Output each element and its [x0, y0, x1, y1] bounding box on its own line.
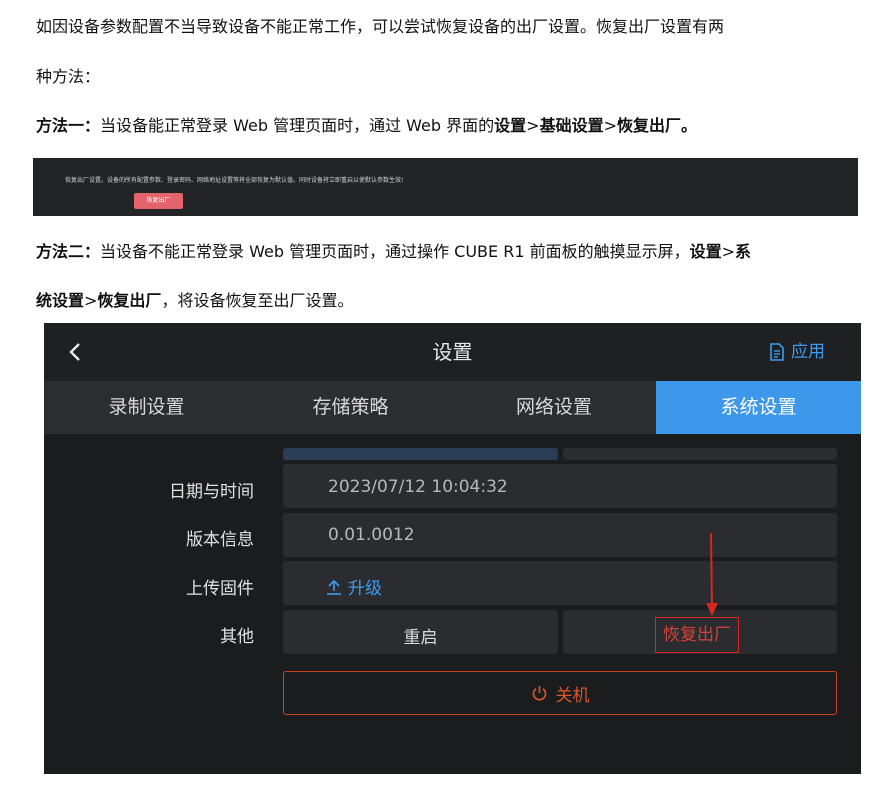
- settings-tabs: 录制设置 存储策略 网络设置 系统设置: [44, 381, 861, 434]
- path-basic-settings: 基础设置: [539, 116, 604, 135]
- web-reset-screenshot: 恢复出厂设置。设备的所有配置参数、登录密码、网络地址设置等将全部恢复为默认值。同…: [33, 158, 858, 216]
- path-settings: 设置: [689, 242, 722, 261]
- datetime-label: 日期与时间: [169, 482, 254, 502]
- device-touchscreen: 设置 应用 录制设置 存储策略 网络设置 系统设置 日期与时间 2023/07/…: [44, 323, 861, 774]
- upgrade-label: 升级: [348, 579, 382, 599]
- path-factory-reset: 恢复出厂: [97, 291, 162, 310]
- path-settings: 设置: [494, 116, 527, 135]
- tab-network-settings[interactable]: 网络设置: [452, 381, 656, 434]
- method-2-end: ，将设备恢复至出厂设置。: [161, 291, 354, 310]
- scrolled-cell-right: [563, 448, 837, 460]
- path-separator: >: [603, 116, 617, 135]
- tab-recording-settings[interactable]: 录制设置: [44, 381, 249, 434]
- upload-icon: [327, 579, 341, 595]
- web-factory-reset-button[interactable]: 恢复出厂: [134, 193, 183, 209]
- method-2-label: 方法二：: [36, 242, 101, 261]
- datetime-value: 2023/07/12 10:04:32: [328, 477, 508, 497]
- firmware-label: 上传固件: [186, 579, 254, 599]
- method-1-text: 当设备能正常登录 Web 管理页面时，通过 Web 界面的: [100, 116, 495, 135]
- method-2-text: 当设备不能正常登录 Web 管理页面时，通过操作 CUBE R1 前面板的触摸显…: [100, 242, 690, 261]
- path-separator: >: [721, 242, 736, 261]
- path-factory-reset: 恢复出厂: [616, 116, 681, 135]
- method-1-end: 。: [681, 116, 698, 135]
- other-label: 其他: [220, 627, 254, 647]
- path-separator: >: [84, 291, 98, 310]
- shutdown-button[interactable]: 关机: [283, 671, 837, 715]
- shutdown-label: 关机: [555, 685, 590, 706]
- apply-button[interactable]: 应用: [769, 341, 825, 363]
- factory-reset-label: 恢复出厂: [663, 625, 731, 645]
- restart-label: 重启: [403, 628, 438, 648]
- method-2-paragraph-continued: 统设置>恢复出厂，将设备恢复至出厂设置。: [36, 291, 353, 311]
- web-reset-note: 恢复出厂设置。设备的所有配置参数、登录密码、网络地址设置等将全部恢复为默认值。同…: [65, 177, 404, 184]
- method-1-label: 方法一：: [36, 116, 101, 135]
- tab-storage-policy[interactable]: 存储策略: [249, 381, 452, 434]
- path-separator: >: [526, 116, 540, 135]
- back-chevron-icon[interactable]: [66, 342, 86, 362]
- document-edit-icon: [770, 343, 784, 361]
- apply-label: 应用: [791, 342, 825, 362]
- power-icon: [532, 685, 546, 700]
- screen-title: 设置: [432, 340, 473, 364]
- path-system-settings-part-2: 统设置: [36, 291, 85, 310]
- scrolled-cell-left: [283, 448, 558, 460]
- intro-line-2: 种方法：: [36, 67, 101, 86]
- method-1-paragraph: 方法一：当设备能正常登录 Web 管理页面时，通过 Web 界面的设置>基础设置…: [36, 116, 697, 136]
- version-value: 0.01.0012: [328, 525, 415, 545]
- screen-header: 设置 应用: [44, 323, 861, 381]
- tab-system-settings[interactable]: 系统设置: [656, 381, 861, 434]
- upgrade-button[interactable]: 升级: [326, 574, 382, 599]
- method-2-paragraph: 方法二：当设备不能正常登录 Web 管理页面时，通过操作 CUBE R1 前面板…: [36, 242, 751, 262]
- path-system-settings-part-1: 系: [735, 242, 752, 261]
- intro-line-1: 如因设备参数配置不当导致设备不能正常工作，可以尝试恢复设备的出厂设置。恢复出厂设…: [36, 17, 725, 36]
- version-label: 版本信息: [186, 530, 254, 550]
